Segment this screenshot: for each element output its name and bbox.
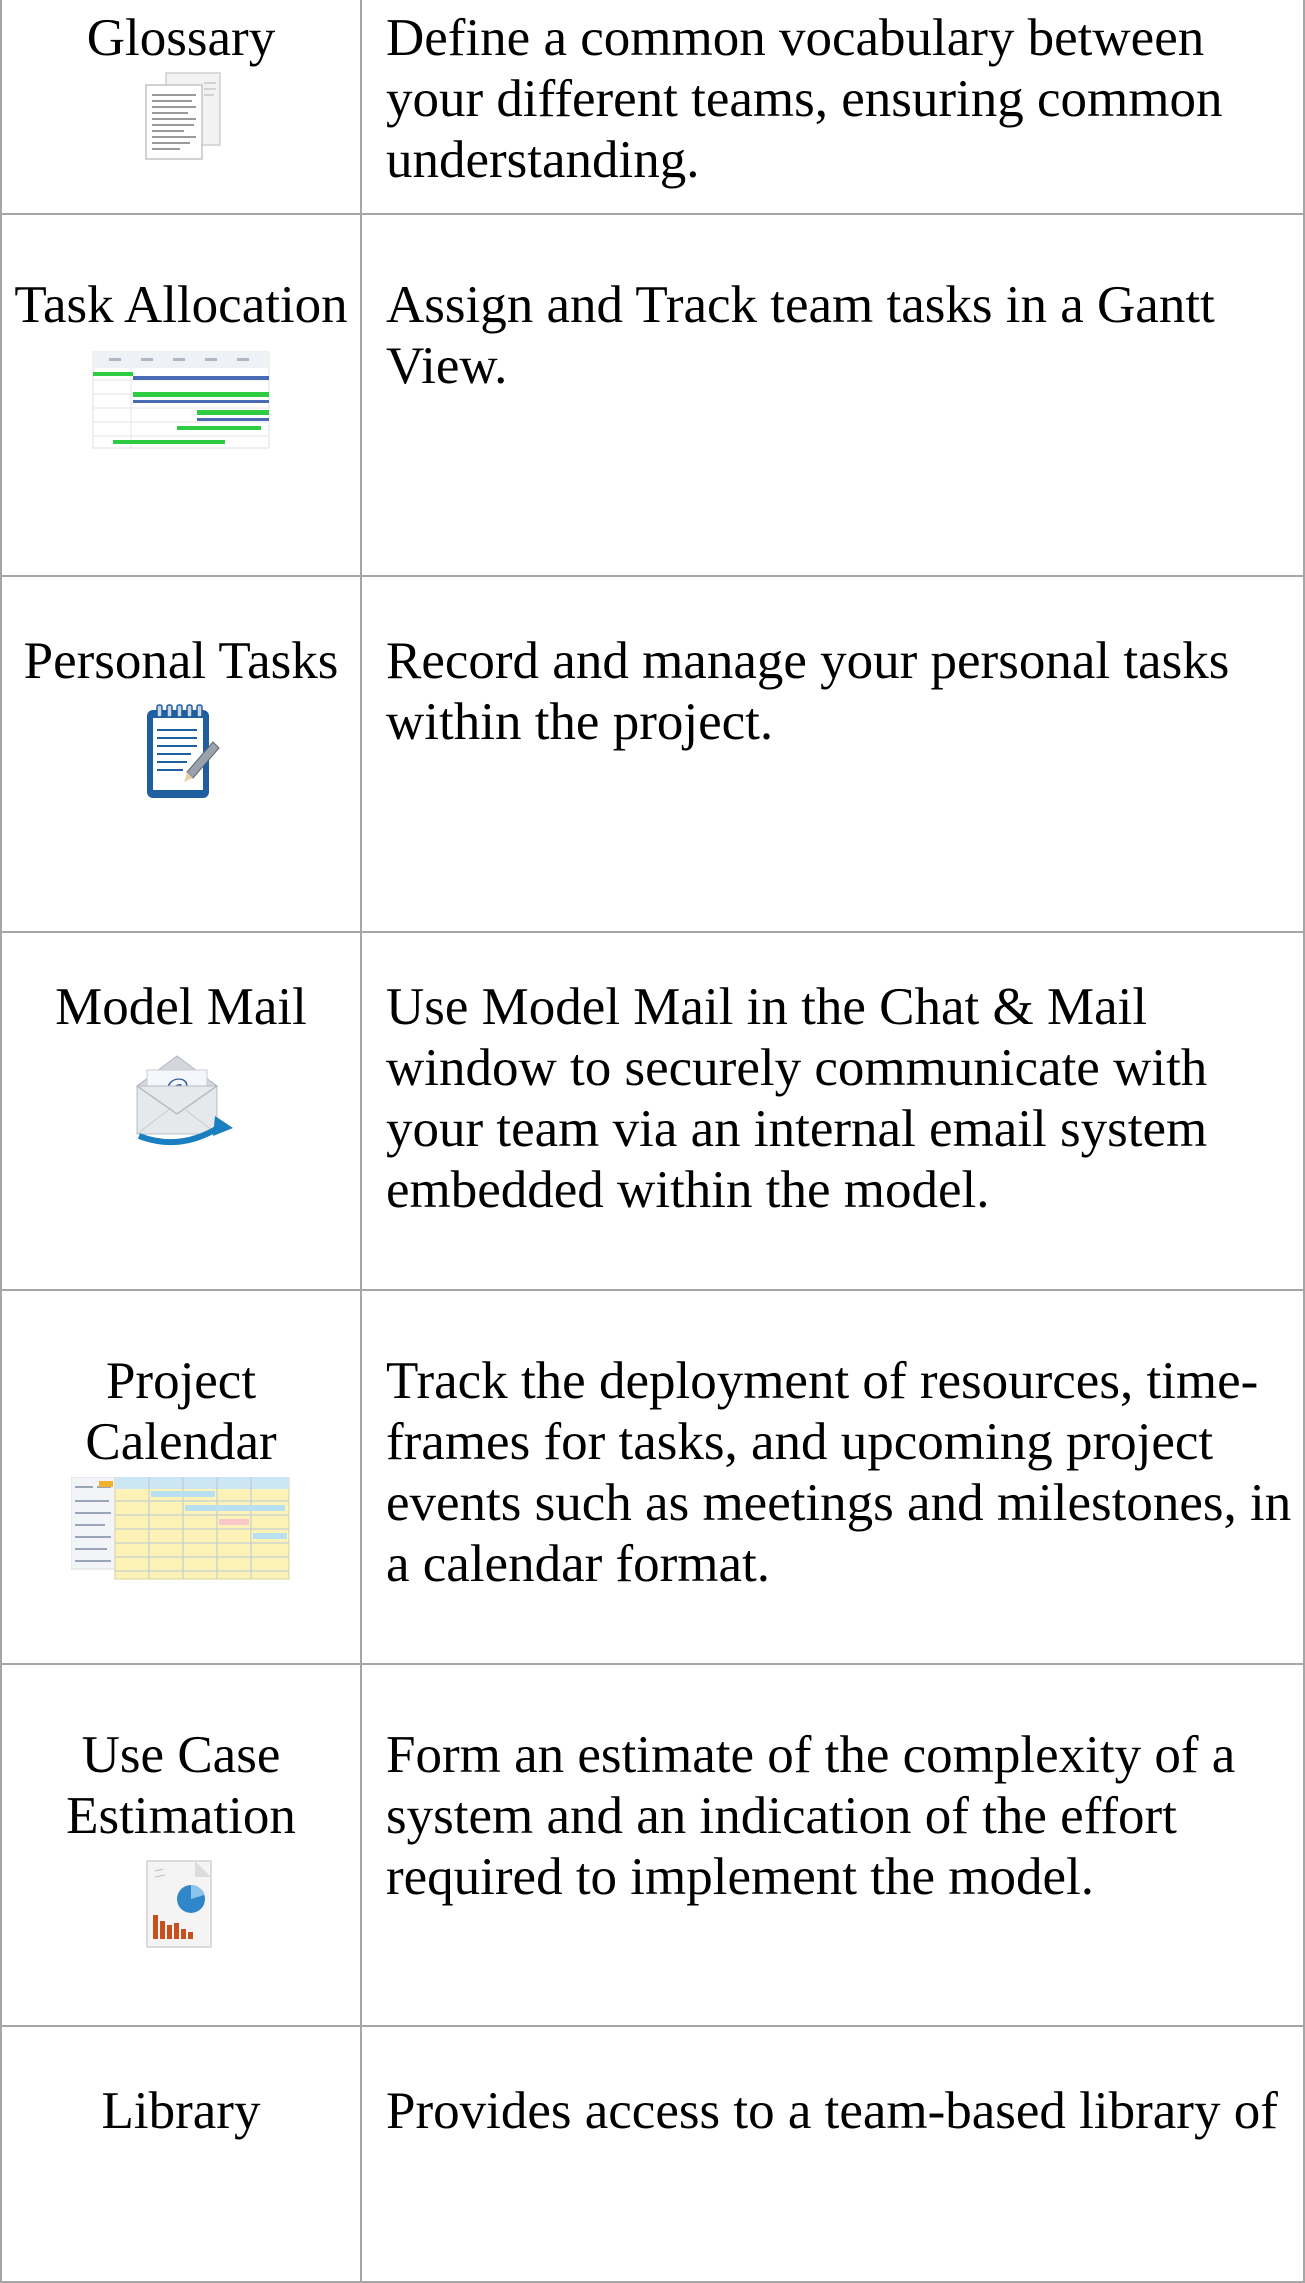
feature-description: Use Model Mail in the Chat & Mail window… (386, 978, 1208, 1219)
feature-description: Assign and Track team tasks in a Gantt V… (386, 276, 1215, 395)
mail-envelope-icon: @ (135, 1055, 233, 1146)
feature-description: Record and manage your personal tasks wi… (386, 632, 1230, 751)
glossary-document-icon (145, 72, 221, 160)
table-row: Task Allocation Assign and Track team ta… (0, 214, 1305, 577)
feature-description-cell: Form an estimate of the complexity of a … (360, 1664, 1305, 2027)
feature-description-cell: Track the deployment of resources, time-… (360, 1290, 1305, 1665)
feature-name: Glossary (86, 9, 276, 67)
feature-name: Use Case Estimation (66, 1726, 296, 1845)
feature-name: Library (101, 2082, 261, 2140)
notepad-pencil-icon (147, 704, 220, 798)
calendar-grid-icon (71, 1477, 290, 1580)
table-row: Use Case Estimation Form an estimate of … (0, 1664, 1305, 2027)
feature-description: Define a common vocabulary between your … (386, 9, 1223, 189)
feature-name-cell: Project Calendar (0, 1290, 362, 1665)
feature-name-cell: Personal Tasks (0, 576, 362, 933)
feature-description: Track the deployment of resources, time-… (386, 1352, 1292, 1593)
feature-name: Model Mail (55, 978, 307, 1036)
feature-table: Glossary Define a common vocabulary betw… (0, 0, 1305, 2283)
feature-name-cell: Glossary (0, 0, 362, 215)
feature-description-cell: Use Model Mail in the Chat & Mail window… (360, 932, 1305, 1291)
feature-name-cell: Task Allocation (0, 214, 362, 577)
feature-description-cell: Provides access to a team-based library … (360, 2026, 1305, 2283)
feature-name: Personal Tasks (23, 632, 339, 690)
table-row: Glossary Define a common vocabulary betw… (0, 0, 1305, 215)
table-row: Project Calendar Track the deployment of… (0, 1290, 1305, 1665)
estimation-chart-icon (146, 1860, 212, 1948)
feature-description: Form an estimate of the complexity of a … (386, 1726, 1236, 1906)
table-row: Model Mail @ Use Model Mail in the Chat … (0, 932, 1305, 1291)
feature-description-cell: Assign and Track team tasks in a Gantt V… (360, 214, 1305, 577)
feature-description-cell: Define a common vocabulary between your … (360, 0, 1305, 215)
feature-description-cell: Record and manage your personal tasks wi… (360, 576, 1305, 933)
gantt-chart-icon (92, 351, 270, 449)
feature-description: Provides access to a team-based library … (386, 2082, 1278, 2140)
table-row: Library Provides access to a team-based … (0, 2026, 1305, 2283)
feature-name-cell: Library (0, 2026, 362, 2283)
feature-name: Project Calendar (85, 1352, 277, 1471)
feature-name-cell: Model Mail @ (0, 932, 362, 1291)
feature-name: Task Allocation (14, 276, 348, 334)
table-row: Personal Tasks Record and manage your pe… (0, 576, 1305, 933)
feature-name-cell: Use Case Estimation (0, 1664, 362, 2027)
